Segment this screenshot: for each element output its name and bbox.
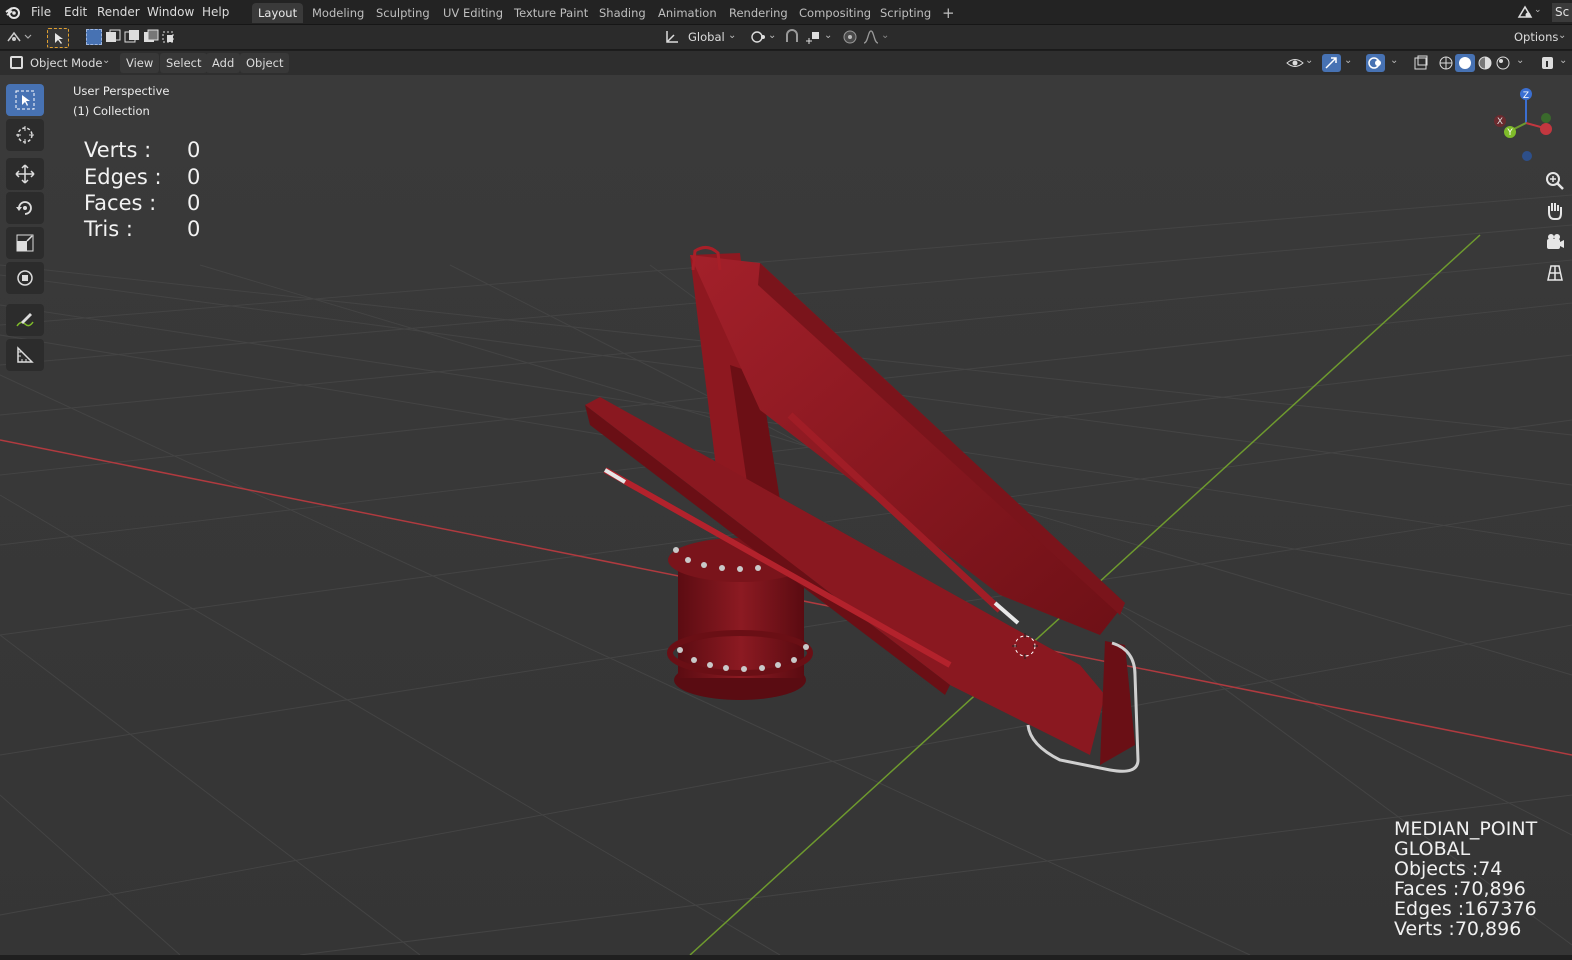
pivot-point-icon[interactable] [750,29,768,45]
scene-name[interactable]: Sc [1552,3,1572,22]
select-mode-new-icon[interactable] [86,29,102,45]
object-mode-dropdown[interactable]: Object Mode [24,53,108,73]
stat-edges-label: Edges : [84,165,162,189]
stat-verts-label: Verts : [84,138,152,162]
pivot-mode-text: MEDIAN_POINT [1394,818,1538,840]
scene-canvas[interactable] [0,75,1572,955]
stat-edges-value: 0 [187,165,201,189]
orientation-chevron-icon: ⌄ [728,30,737,41]
3d-viewport[interactable]: Z Y X [0,75,1572,955]
shading-solid-icon[interactable] [1455,54,1475,72]
select-mode-intersect-icon[interactable] [162,29,178,45]
edges-count: Edges :167376 [1394,898,1537,920]
stat-tris-value: 0 [187,217,201,241]
menu-window[interactable]: Window [143,3,198,21]
verts-count: Verts :70,896 [1394,918,1522,940]
stat-faces-value: 0 [187,191,201,215]
menu-view[interactable]: View [120,53,160,73]
gizmo-x-label: X [1497,117,1503,127]
measure-tool[interactable] [6,339,44,371]
menu-help[interactable]: Help [198,3,233,21]
shading-rendered-icon[interactable] [1494,55,1512,71]
transform-orientation-dropdown[interactable]: Global [682,27,731,47]
shading-chevron-icon: ⌄ [1516,55,1525,66]
select-box-tool[interactable] [6,84,44,116]
select-mode-extend-icon[interactable] [105,29,121,45]
status-bar [0,955,1572,960]
shading-material-icon[interactable] [1476,55,1494,71]
tab-compositing[interactable]: Compositing [793,3,877,23]
menu-edit[interactable]: Edit [60,3,91,21]
menu-add[interactable]: Add [206,53,241,73]
overlay-toggle-icon[interactable] [1366,54,1385,72]
overlay-chevron-icon: ⌄ [1390,55,1399,66]
annotate-tool[interactable] [6,304,44,336]
gizmo-y-label: Y [1506,128,1513,138]
navigation-gizmo[interactable]: Z Y X [1490,85,1570,175]
orientation-mode-text: GLOBAL [1394,838,1471,860]
tab-scripting[interactable]: Scripting [874,3,937,23]
snap-toggle-icon[interactable] [783,29,801,45]
transform-tool[interactable] [6,262,44,294]
sidebar-chevron-icon: ⌄ [1559,55,1568,66]
view-perspective-label: User Perspective [73,84,170,98]
faces-count: Faces :70,896 [1394,878,1526,900]
menu-render[interactable]: Render [93,3,144,21]
select-mode-subtract-icon[interactable] [124,29,140,45]
gizmo-z-label: Z [1523,91,1529,101]
editor-type-icon[interactable] [6,29,32,47]
pivot-chevron-icon: ⌄ [768,30,777,41]
snap-element-icon[interactable] [803,29,823,45]
options-chevron-icon: ⌄ [1558,30,1567,41]
stat-verts-value: 0 [187,138,201,162]
top-menu-bar: File Edit Render Window Help Layout Mode… [0,0,1572,25]
sidebar-toggle-icon[interactable] [1539,55,1557,71]
blender-logo-icon[interactable] [4,3,22,21]
tab-layout[interactable]: Layout [252,3,304,23]
pan-hand-icon[interactable] [1542,198,1568,224]
falloff-chevron-icon: ⌄ [881,30,890,41]
tab-rendering[interactable]: Rendering [723,3,794,23]
scale-tool[interactable] [6,227,44,259]
menu-object[interactable]: Object [240,53,290,73]
object-mode-icon [10,56,23,69]
rotate-tool[interactable] [6,192,44,224]
zoom-icon[interactable] [1542,168,1568,194]
menu-select[interactable]: Select [160,53,208,73]
scene-selector-icon[interactable] [1516,3,1534,21]
shading-wireframe-icon[interactable] [1437,55,1455,71]
camera-view-icon[interactable] [1542,230,1568,256]
tab-texture-paint[interactable]: Texture Paint [508,3,594,23]
mode-chevron-icon: ⌄ [102,55,111,66]
select-tool-button[interactable] [47,28,69,48]
objects-count: Objects :74 [1394,858,1503,880]
transform-orientation-icon[interactable] [664,29,680,45]
gizmo-toggle-icon[interactable] [1322,54,1341,72]
visibility-icon[interactable] [1286,55,1304,71]
active-collection-label: (1) Collection [73,104,150,118]
move-tool[interactable] [6,158,44,190]
xray-toggle-icon[interactable] [1412,55,1430,71]
options-dropdown[interactable]: Options [1508,27,1564,47]
stat-faces-label: Faces : [84,191,157,215]
visibility-chevron-icon: ⌄ [1305,55,1314,66]
stat-tris-label: Tris : [84,217,133,241]
snap-chevron-icon: ⌄ [824,30,833,41]
tool-header: Global ⌄ ⌄ ⌄ ⌄ Options ⌄ [0,25,1572,50]
falloff-icon[interactable] [862,29,880,45]
select-mode-invert-icon[interactable] [143,29,159,45]
tab-animation[interactable]: Animation [652,3,723,23]
tab-shading[interactable]: Shading [593,3,652,23]
menu-file[interactable]: File [27,3,55,21]
cursor-tool[interactable] [6,119,44,151]
perspective-toggle-icon[interactable] [1542,260,1568,286]
proportional-edit-icon[interactable] [841,29,859,45]
scene-dropdown-chevron-icon[interactable]: ⌄ [1534,5,1542,15]
gizmo-chevron-icon: ⌄ [1344,55,1353,66]
tab-modeling[interactable]: Modeling [306,3,370,23]
tab-uv-editing[interactable]: UV Editing [437,3,509,23]
add-workspace-button[interactable]: + [936,3,961,23]
tab-sculpting[interactable]: Sculpting [370,3,436,23]
viewport-header: Object Mode ⌄ View Select Add Object ⌄ ⌄… [0,51,1572,75]
